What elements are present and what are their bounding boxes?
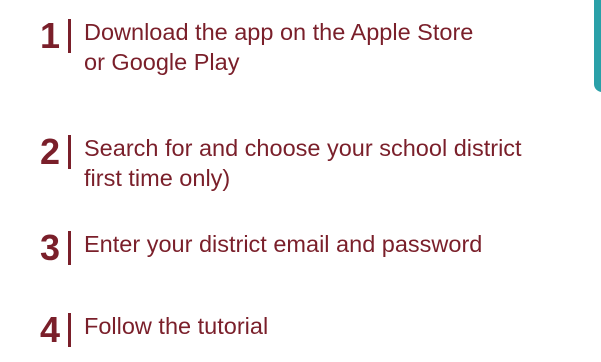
step-text-line: Enter your district email and password <box>84 231 483 257</box>
step-text-line: Follow the tutorial <box>84 313 269 339</box>
step-divider-bar <box>68 135 71 169</box>
step-4: 4 Follow the tutorial <box>0 311 268 349</box>
step-divider-bar <box>68 313 71 347</box>
step-text: Download the app on the Apple Store or G… <box>84 17 473 77</box>
step-divider-bar <box>68 231 71 265</box>
step-text-line: Download the app on the Apple Store <box>84 19 474 45</box>
step-text-line: or Google Play <box>84 49 240 75</box>
step-number: 1 <box>39 15 60 56</box>
page: { "steps": [ { "number": "1", "lines": [… <box>0 0 601 362</box>
step-number: 3 <box>39 227 60 268</box>
step-2: 2 Search for and choose your school dist… <box>0 133 522 193</box>
step-text-line: first time only) <box>84 165 231 191</box>
step-text: Follow the tutorial <box>84 311 268 341</box>
step-number: 4 <box>39 309 60 350</box>
step-text: Enter your district email and password <box>84 229 482 259</box>
step-number: 2 <box>39 131 60 172</box>
side-tab-decoration <box>594 0 601 92</box>
step-divider-bar <box>68 19 71 53</box>
step-text-line: Search for and choose your school distri… <box>84 135 522 161</box>
step-3: 3 Enter your district email and password <box>0 229 482 267</box>
step-text: Search for and choose your school distri… <box>84 133 522 193</box>
step-1: 1 Download the app on the Apple Store or… <box>0 17 473 77</box>
